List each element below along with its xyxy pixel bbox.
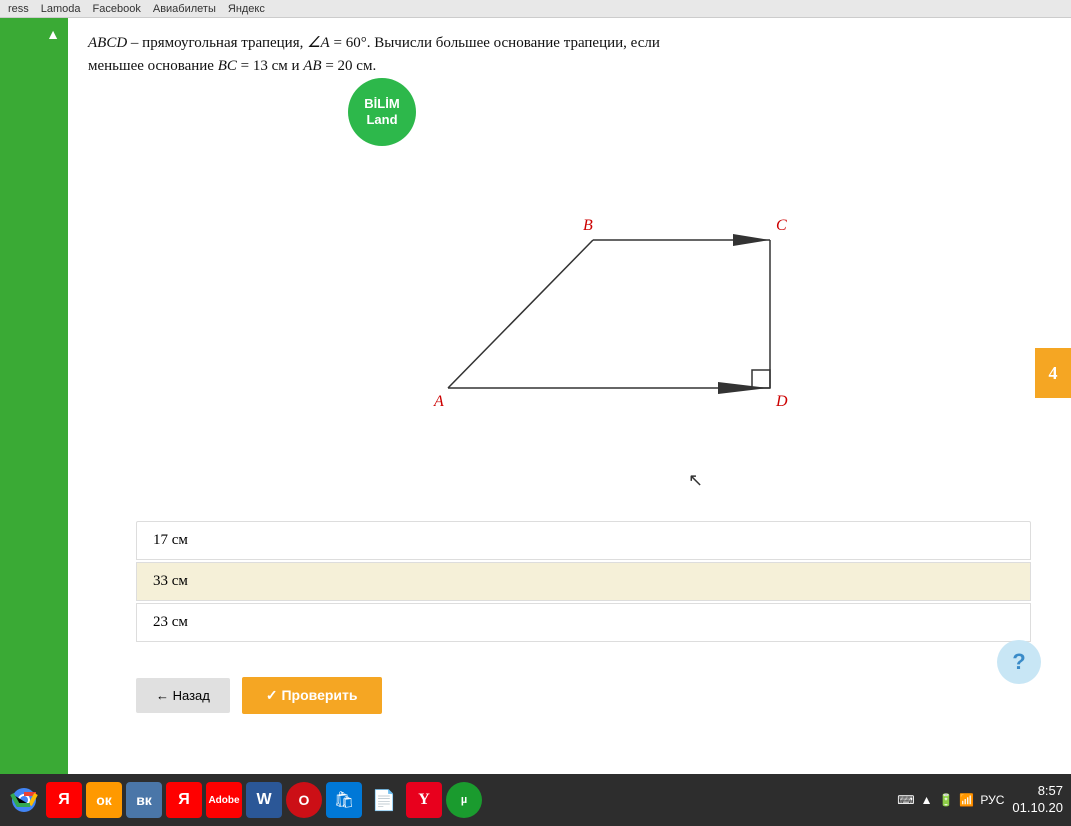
diagram-container: A B C D <box>338 158 888 438</box>
answer-options: 17 см 33 см 23 см <box>136 521 1031 644</box>
answer-option-3[interactable]: 23 см <box>136 603 1031 642</box>
vertex-b: B <box>583 217 593 234</box>
y-brand-icon[interactable]: Y <box>406 782 442 818</box>
browser-bar: ress Lamoda Facebook Авиабилеты Яндекс <box>0 0 1071 18</box>
taskbar-icons: Я ок вк Я Adobe W O 🛍 📄 Y µ <box>0 782 488 818</box>
browser-link[interactable]: Lamoda <box>41 3 81 15</box>
clock-time: 8:57 <box>1012 783 1063 800</box>
browser-link[interactable]: Facebook <box>93 3 141 15</box>
word-icon[interactable]: W <box>246 782 282 818</box>
signal-icon: 📶 <box>959 793 974 807</box>
lang-label[interactable]: РУС <box>980 793 1004 807</box>
yandex2-icon[interactable]: Я <box>166 782 202 818</box>
check-button[interactable]: ✓ Проверить <box>242 677 382 714</box>
opera-icon[interactable]: O <box>286 782 322 818</box>
trapezoid-diagram: A B C D <box>338 158 888 438</box>
chrome-icon[interactable] <box>6 782 42 818</box>
check-label: ✓ Проверить <box>266 687 358 703</box>
clock-date: 01.10.20 <box>1012 800 1063 817</box>
help-label: ? <box>1012 649 1025 675</box>
browser-link[interactable]: Яндекс <box>228 3 265 15</box>
taskbar: Я ок вк Я Adobe W O 🛍 📄 Y µ ⌨ ▲ 🔋 📶 РУС … <box>0 774 1071 826</box>
answer-label-1: 17 см <box>153 532 188 549</box>
vk-icon[interactable]: вк <box>126 782 162 818</box>
bottom-buttons: ← Назад ✓ Проверить <box>136 677 1031 714</box>
keyboard-icon: ⌨ <box>897 793 914 807</box>
taskbar-clock: 8:57 01.10.20 <box>1012 783 1063 817</box>
cursor-indicator: ↖ <box>688 470 703 491</box>
ok-icon[interactable]: ок <box>86 782 122 818</box>
battery-icon: 🔋 <box>938 793 953 807</box>
vertex-c: C <box>776 217 787 234</box>
utorrent-icon[interactable]: µ <box>446 782 482 818</box>
back-label: ← Назад <box>156 688 210 703</box>
adobe-icon[interactable]: Adobe <box>206 782 242 818</box>
system-tray: ⌨ ▲ 🔋 📶 РУС <box>897 793 1004 807</box>
answer-option-1[interactable]: 17 см <box>136 521 1031 560</box>
problem-line2: меньшее основание BC = 13 см и AB = 20 с… <box>88 58 376 74</box>
file-icon[interactable]: 📄 <box>366 782 402 818</box>
right-orange-button[interactable]: 4 <box>1035 348 1071 398</box>
answer-label-3: 23 см <box>153 614 188 631</box>
problem-line1: ABCD – прямоугольная трапеция, ∠A = 60°.… <box>88 35 660 51</box>
help-button[interactable]: ? <box>997 640 1041 684</box>
store-icon[interactable]: 🛍 <box>326 782 362 818</box>
back-button[interactable]: ← Назад <box>136 678 230 713</box>
taskbar-right: ⌨ ▲ 🔋 📶 РУС 8:57 01.10.20 <box>897 774 1063 826</box>
main-content: ▲ ABCD – прямоугольная трапеция, ∠A = 60… <box>0 18 1071 774</box>
content-area: ABCD – прямоугольная трапеция, ∠A = 60°.… <box>68 18 1071 774</box>
answer-option-2[interactable]: 33 см <box>136 562 1031 601</box>
browser-link[interactable]: ress <box>8 3 29 15</box>
var-abcd: ABCD <box>88 35 127 51</box>
sidebar-toggle[interactable]: ▲ <box>46 28 60 44</box>
yandex-icon[interactable]: Я <box>46 782 82 818</box>
bilim-line2: Land <box>366 112 397 128</box>
left-sidebar: ▲ <box>0 18 68 774</box>
bilim-line1: BİLİM <box>364 96 399 112</box>
problem-text: ABCD – прямоугольная трапеция, ∠A = 60°.… <box>88 32 1051 77</box>
expand-icon: ▲ <box>921 793 933 807</box>
right-btn-label: 4 <box>1049 363 1058 384</box>
vertex-a: A <box>433 393 444 410</box>
answer-label-2: 33 см <box>153 573 188 590</box>
vertex-d: D <box>775 393 788 410</box>
bilim-logo: BİLİM Land <box>348 78 416 146</box>
browser-link[interactable]: Авиабилеты <box>153 3 216 15</box>
